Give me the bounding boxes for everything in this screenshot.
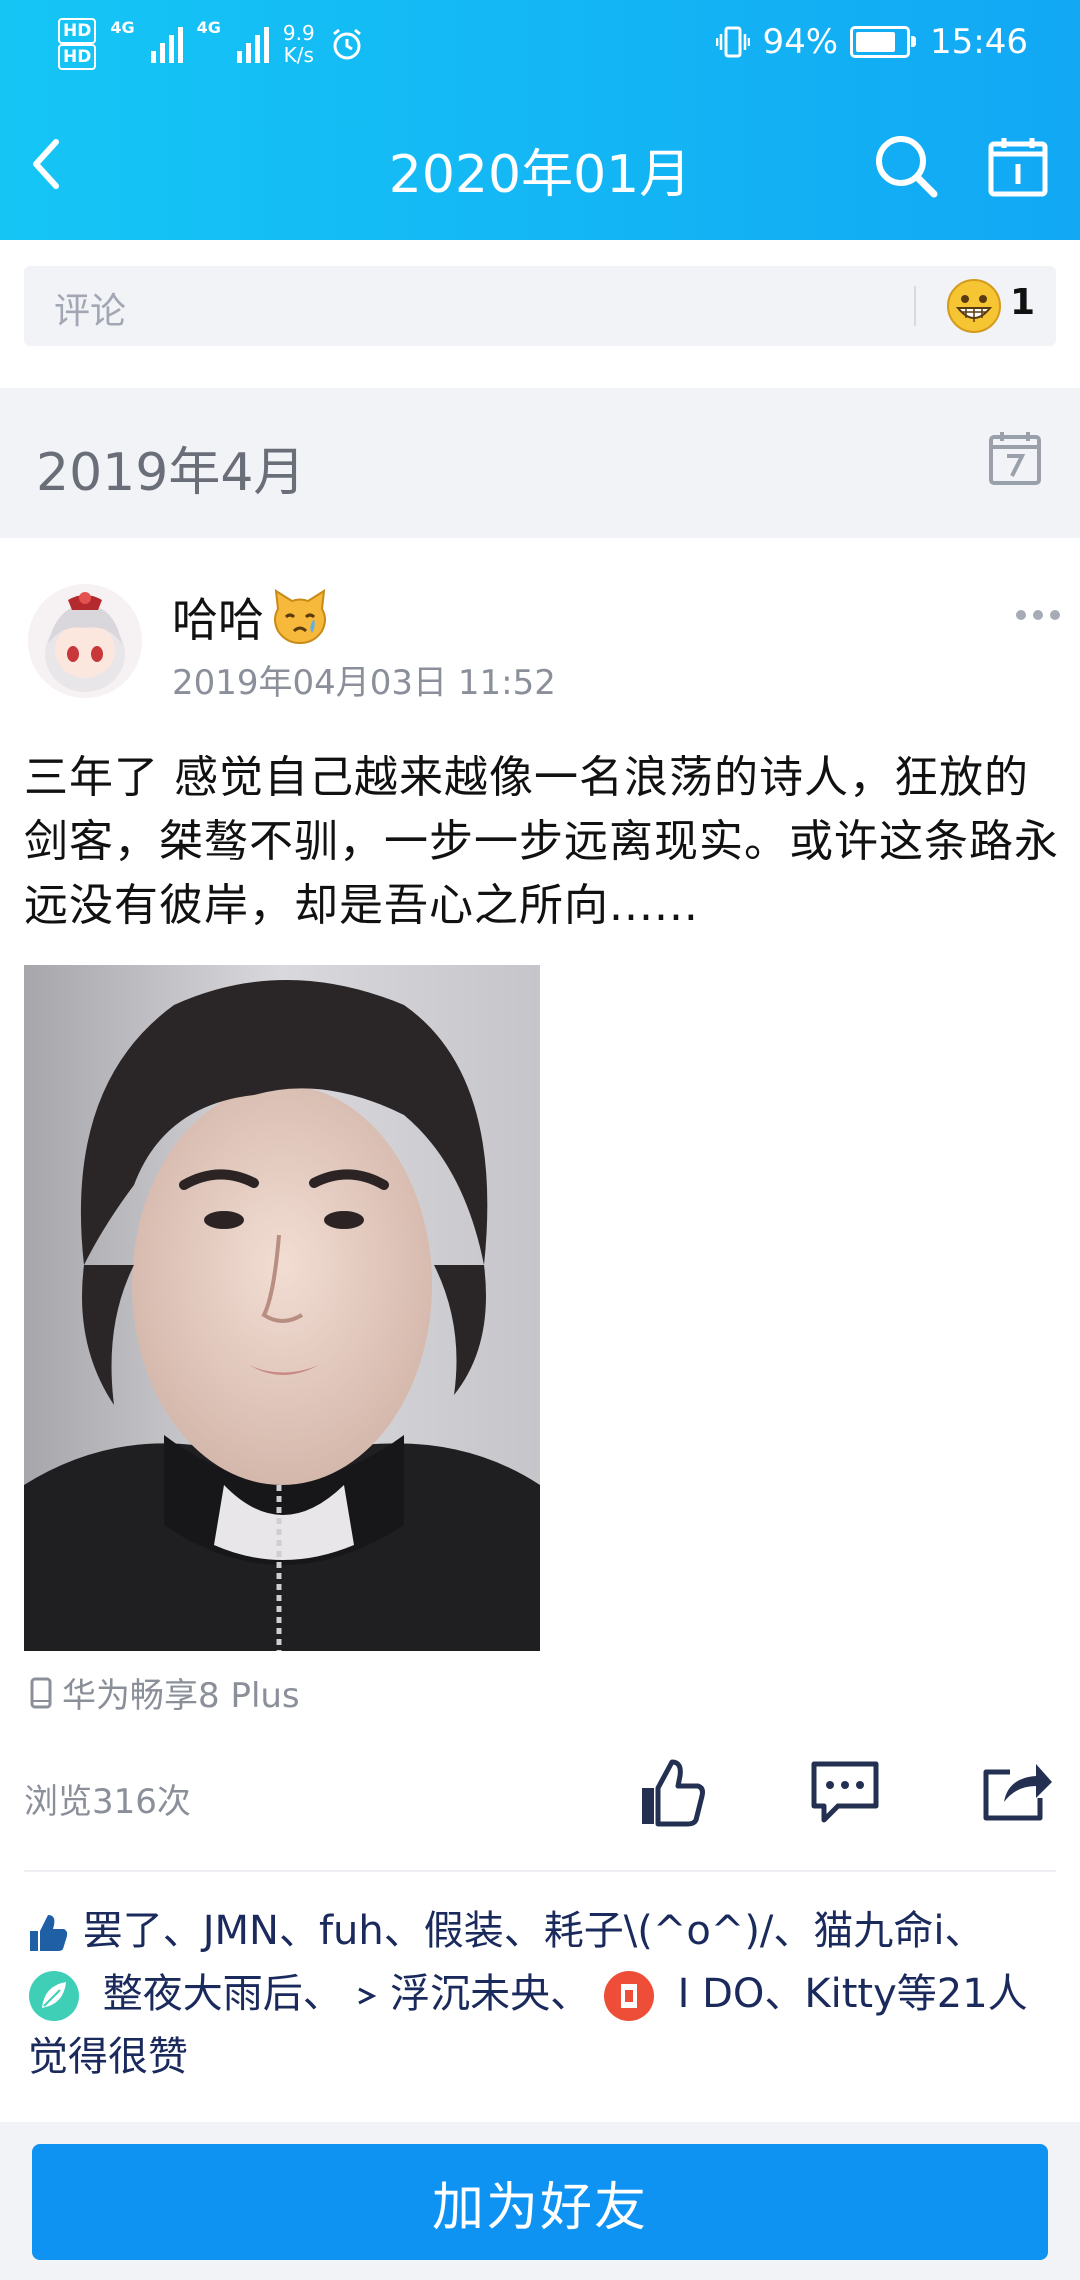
arrow-glyph-icon <box>358 1987 377 2005</box>
post-text: 三年了 感觉自己越来越像一名浪荡的诗人，狂放的剑客，桀骜不驯，一步一步远离现实。… <box>24 752 1059 931</box>
signal-icon-1 <box>150 25 183 63</box>
hd2-label: HD <box>58 44 97 70</box>
comment-icon[interactable] <box>808 1758 882 1826</box>
small-thumbs-up-icon <box>30 1915 68 1951</box>
vibrate-icon <box>716 26 751 58</box>
speed-unit: K/s <box>283 43 314 67</box>
leaf-badge-icon <box>29 1971 79 2021</box>
device-name: 华为畅享8 Plus <box>62 1676 300 1716</box>
status-bar: HD HD 4G 4G 9.9 K/s 94% 15:46 <box>0 0 1080 95</box>
divider-line <box>24 1870 1056 1872</box>
speed-value: 9.9 <box>282 21 315 45</box>
liker-name-a[interactable]: 整夜大雨后、 <box>103 1971 343 2017</box>
comment-placeholder[interactable]: 评论 <box>54 282 126 334</box>
avatar[interactable] <box>28 584 142 698</box>
calendar-day-icon[interactable] <box>988 430 1042 486</box>
battery-percent: 94% <box>762 22 839 62</box>
author-name[interactable]: 哈哈 <box>172 584 330 650</box>
clock: 15:46 <box>930 22 1028 62</box>
phone-icon <box>30 1677 52 1708</box>
post-photo[interactable] <box>24 965 540 1651</box>
calendar-icon[interactable] <box>986 134 1050 198</box>
likes-list: 罢了、JMN、fuh、假装、耗子\(^o^)/、猫九命i、 整夜大雨后、 浮沉未… <box>28 1900 1058 2089</box>
network-type-2: 4G <box>196 18 221 37</box>
add-friend-button[interactable]: 加为好友 <box>32 2144 1048 2260</box>
bottom-bar: 加为好友 <box>0 2122 1080 2280</box>
crying-cat-emoji-icon <box>274 589 326 645</box>
network-type-1: 4G <box>110 18 135 37</box>
thumbs-up-icon[interactable] <box>636 1756 708 1828</box>
network-speed: 9.9 K/s <box>283 22 315 66</box>
hd1-label: HD <box>58 18 97 44</box>
red-badge-icon <box>603 1971 654 2021</box>
date-section-header: 2019年4月 <box>0 388 1080 538</box>
view-count: 浏览316次 <box>24 1782 191 1822</box>
search-icon[interactable] <box>870 130 942 202</box>
reaction-count: 1 <box>1010 282 1036 323</box>
share-icon[interactable] <box>980 1756 1054 1824</box>
liker-name-c[interactable]: I DO、Kitty <box>678 1971 897 2017</box>
grin-emoji-icon[interactable] <box>946 278 1002 334</box>
hd-icon: HD HD <box>58 18 97 70</box>
divider <box>914 286 916 326</box>
section-date-label: 2019年4月 <box>36 443 306 503</box>
alarm-icon <box>332 28 361 60</box>
nav-bar: 2020年01月 <box>0 110 1080 220</box>
author-name-text[interactable]: 哈哈 <box>172 584 264 650</box>
battery-icon <box>850 26 917 58</box>
more-options-icon[interactable] <box>1016 610 1060 620</box>
device-info: 华为畅享8 Plus <box>30 1668 300 1717</box>
likers-line-1[interactable]: 罢了、JMN、fuh、假装、耗子\(^o^)/、猫九命i、 <box>83 1908 985 1954</box>
app-header: HD HD 4G 4G 9.9 K/s 94% 15:46 2020年01月 <box>0 0 1080 240</box>
post-timestamp: 2019年04月03日 11:52 <box>172 663 556 703</box>
liker-name-b[interactable]: 浮沉未央、 <box>390 1971 590 2017</box>
comment-input-bar[interactable]: 评论 1 <box>24 266 1056 346</box>
signal-icon-2 <box>236 25 269 63</box>
